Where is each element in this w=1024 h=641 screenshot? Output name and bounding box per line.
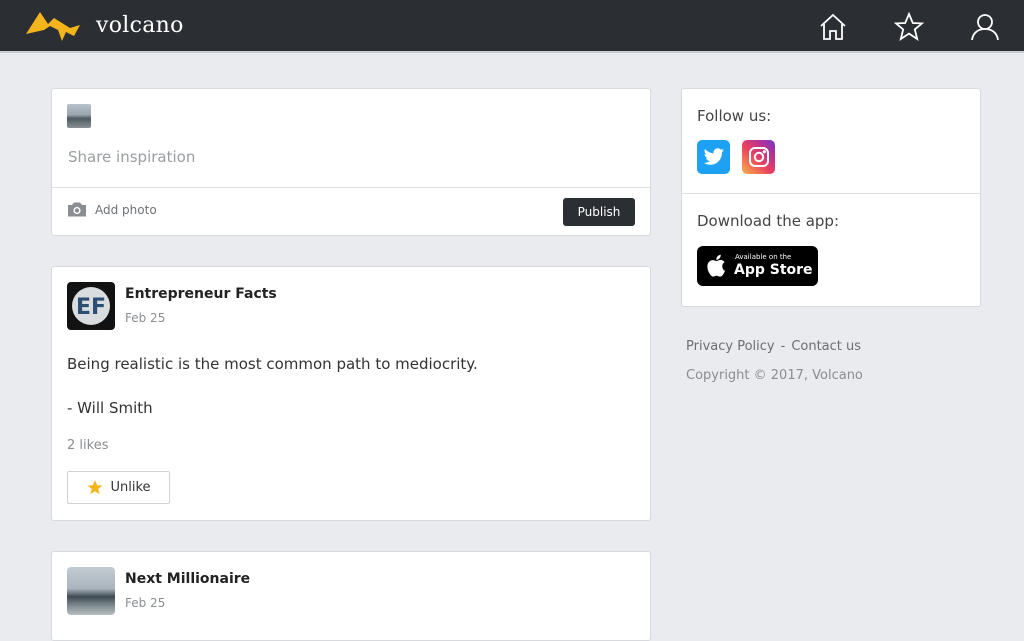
top-navigation-bar: volcano — [0, 0, 1024, 53]
post-quote: Being realistic is the most common path … — [67, 355, 478, 373]
app-store-badge[interactable]: Available on the App Store — [697, 246, 818, 286]
contact-us-link[interactable]: Contact us — [791, 339, 861, 354]
publish-button[interactable]: Publish — [563, 198, 635, 226]
volcano-logo-icon — [26, 12, 80, 41]
post-date: Feb 25 — [125, 311, 166, 325]
copyright-text: Copyright © 2017, Volcano — [686, 368, 863, 383]
twitter-link[interactable] — [697, 140, 730, 174]
add-photo-label: Add photo — [95, 202, 157, 217]
composer-card: Share inspiration Add photo Publish — [51, 88, 651, 236]
brand-name: volcano — [96, 12, 184, 38]
post-date: Feb 25 — [125, 596, 166, 610]
user-icon[interactable] — [970, 12, 1000, 42]
likes-count[interactable]: 2 likes — [67, 438, 108, 453]
add-photo-button[interactable]: Add photo — [67, 202, 157, 217]
post-author[interactable]: Entrepreneur Facts — [125, 286, 277, 302]
apple-icon — [707, 254, 725, 277]
sidebar-divider — [682, 193, 980, 194]
current-user-avatar — [67, 104, 91, 128]
camera-icon — [68, 202, 86, 217]
home-icon[interactable] — [818, 12, 848, 42]
download-app-label: Download the app: — [697, 212, 840, 230]
author-avatar[interactable] — [67, 567, 115, 615]
post-attribution: - Will Smith — [67, 399, 153, 417]
instagram-link[interactable] — [742, 140, 775, 174]
author-avatar[interactable]: EF — [67, 282, 115, 330]
unlike-button[interactable]: Unlike — [67, 471, 170, 504]
share-input[interactable]: Share inspiration — [68, 148, 195, 166]
privacy-policy-link[interactable]: Privacy Policy — [686, 339, 775, 354]
post-card: EF Entrepreneur Facts Feb 25 Being reali… — [51, 266, 651, 521]
avatar-text: EF — [76, 295, 106, 320]
sidebar-card: Follow us: Download the app: Available o… — [681, 88, 981, 307]
footer-separator: - — [780, 339, 786, 354]
instagram-icon — [748, 147, 769, 167]
composer-divider — [52, 187, 650, 188]
post-card: Next Millionaire Feb 25 — [51, 551, 651, 641]
post-body: Being realistic is the most common path … — [67, 353, 478, 419]
brand-link[interactable]: volcano — [26, 8, 184, 42]
post-author[interactable]: Next Millionaire — [125, 571, 250, 587]
app-store-big-text: App Store — [734, 262, 813, 278]
twitter-icon — [703, 148, 724, 165]
unlike-label: Unlike — [110, 480, 151, 495]
footer-links: Privacy Policy - Contact us — [686, 339, 861, 354]
star-filled-icon — [88, 480, 103, 495]
app-store-small-text: Available on the — [735, 253, 792, 261]
entrepreneur-facts-logo-icon: EF — [67, 282, 115, 330]
follow-us-label: Follow us: — [697, 107, 772, 125]
star-icon[interactable] — [894, 12, 924, 42]
